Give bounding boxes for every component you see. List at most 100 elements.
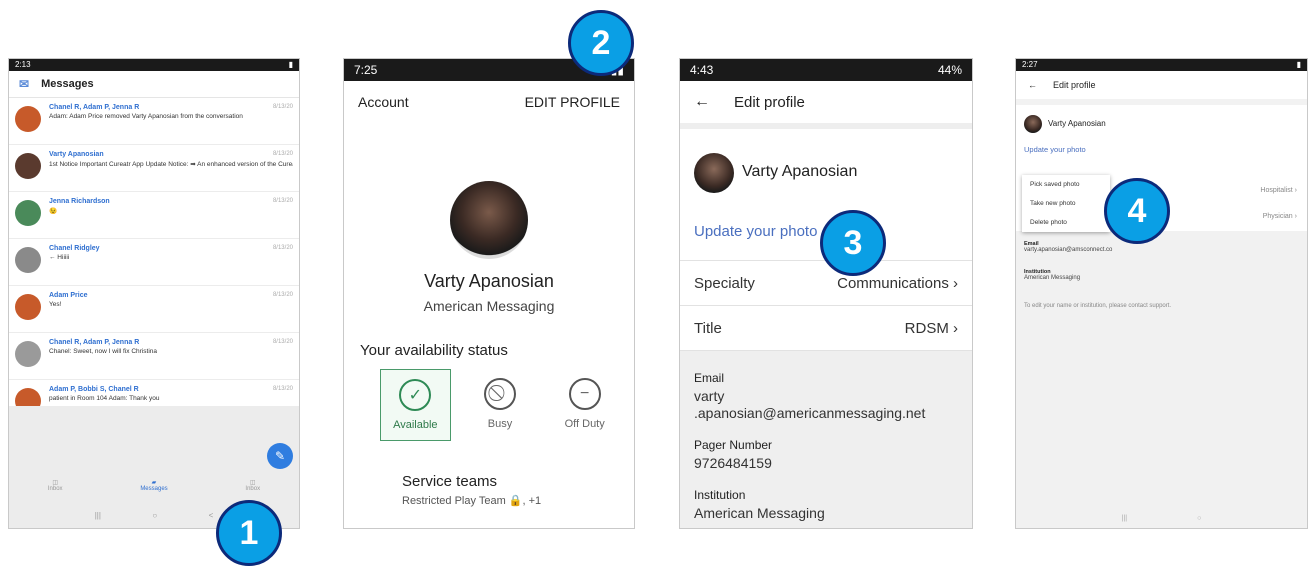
availability-options: ✓Available ⃠Busy −Off Duty <box>380 369 634 441</box>
page-title: Account <box>358 94 409 110</box>
home-button[interactable]: ○ <box>152 511 157 520</box>
step-badge-4: 4 <box>1104 178 1170 244</box>
list-item[interactable]: Chanel R, Adam P, Jenna R 8/13/20 Chanel: … <box>9 333 299 380</box>
chevron-right-icon: › <box>953 274 958 292</box>
conversation-preview: 1st Notice Important Cureatr App Update … <box>49 161 293 168</box>
conversation-date: 8/13/20 <box>272 245 293 251</box>
specialty-value[interactable]: Hospitalist › <box>1260 187 1297 194</box>
title-row[interactable]: Title RDSM › <box>680 306 972 351</box>
step-badge-1: 1 <box>216 500 282 566</box>
email-label: Email <box>694 371 725 385</box>
messages-screen: 2:13 ▮ ✉ Messages Chanel R, Adam P, Jenna… <box>8 58 300 529</box>
profile-name: Varty Apanosian <box>1048 118 1106 128</box>
step-badge-2: 2 <box>568 10 634 76</box>
tab-messages[interactable]: ▰ Messages <box>140 479 167 492</box>
pager-label: Pager Number <box>694 438 773 452</box>
status-bar: 4:43 44% <box>680 59 972 81</box>
specialty-row[interactable]: Specialty Communications › <box>680 261 972 306</box>
tab-inbox[interactable]: ◫ Inbox <box>48 479 63 492</box>
page-title: Edit profile <box>1053 80 1096 90</box>
menu-pick-saved-photo[interactable]: Pick saved photo <box>1022 175 1110 194</box>
recents-button[interactable]: ||| <box>1122 515 1127 522</box>
status-off-duty[interactable]: − Off Duty <box>549 369 620 439</box>
messages-header: ✉ Messages <box>9 71 299 98</box>
status-time: 2:13 <box>15 60 31 69</box>
conversation-preview: 😉 <box>49 208 58 215</box>
menu-take-new-photo[interactable]: Take new photo <box>1022 194 1110 213</box>
update-photo-link[interactable]: Update your photo <box>1016 141 1307 158</box>
new-message-button[interactable]: ✎ <box>267 443 293 469</box>
edit-profile-menu-screen: 2:27 ▮ ← Edit profile Varty Apanosian Upd… <box>1015 58 1308 529</box>
check-icon: ✓ <box>399 379 432 411</box>
institution-field: Institution American Messaging <box>1024 269 1081 281</box>
status-bar: 2:27 ▮ <box>1016 59 1307 71</box>
title-value[interactable]: Physician › <box>1263 213 1297 220</box>
avatar <box>15 106 41 132</box>
tab-other[interactable]: ◫ Inbox <box>245 479 260 492</box>
recents-button[interactable]: ||| <box>95 511 101 520</box>
bottom-tabs: ◫ Inbox ▰ Messages ◫ Inbox <box>9 479 299 492</box>
email-value: varty .apanosian@americanmessaging.net <box>694 388 926 421</box>
list-item[interactable]: Jenna Richardson 8/13/20 😉 <box>9 192 299 239</box>
page-title: Edit profile <box>734 93 805 111</box>
conversation-date: 8/13/20 <box>272 198 293 204</box>
edit-profile-header: ← Edit profile <box>1016 71 1307 99</box>
conversation-name: Varty Apanosian <box>49 151 104 158</box>
institution-value: American Messaging <box>694 505 825 521</box>
status-time: 2:27 <box>1022 60 1038 69</box>
profile-org: American Messaging <box>423 298 555 314</box>
avatar <box>15 153 41 179</box>
chevron-right-icon: › <box>953 319 958 337</box>
profile-user: Varty Apanosian <box>1016 99 1307 141</box>
list-item[interactable]: Chanel Ridgley 8/13/20 ← Hiiiii <box>9 239 299 286</box>
battery-icon: ▮ <box>288 60 293 69</box>
list-item[interactable]: Adam Price 8/13/20 Yes! <box>9 286 299 333</box>
avatar <box>15 341 41 367</box>
conversation-name: Chanel R, Adam P, Jenna R <box>49 339 140 346</box>
back-arrow-icon[interactable]: ← <box>694 93 710 111</box>
conversation-name: Adam P, Bobbi S, Chanel R <box>49 386 139 393</box>
conversation-date: 8/13/20 <box>272 386 293 392</box>
android-nav: ||| ○ <box>1016 515 1307 522</box>
avatar <box>694 153 734 193</box>
conversation-name: Adam Price <box>49 292 88 299</box>
availability-title: Your availability status <box>360 342 508 359</box>
battery-level: 44% <box>937 63 962 77</box>
step-badge-3: 3 <box>820 210 886 276</box>
avatar <box>15 294 41 320</box>
status-available[interactable]: ✓ Available <box>380 369 451 441</box>
conversation-preview: Adam: Adam Price removed Varty Apanosian… <box>49 113 243 120</box>
profile-user: Varty Apanosian <box>680 129 972 203</box>
home-button[interactable]: ○ <box>1197 515 1201 522</box>
status-bar: 2:13 ▮ <box>9 59 299 71</box>
avatar <box>450 181 528 259</box>
conversation-preview: ← Hiiiii <box>49 254 70 261</box>
conversation-name: Chanel Ridgley <box>49 245 100 252</box>
no-entry-icon: ⃠ <box>484 378 517 410</box>
conversation-date: 8/13/20 <box>272 339 293 345</box>
edit-profile-header: ← Edit profile <box>680 81 972 129</box>
photo-menu: Pick saved photo Take new photo Delete p… <box>1022 175 1110 232</box>
profile-name: Varty Apanosian <box>742 163 858 180</box>
edit-profile-screen: 4:43 44% ← Edit profile Varty Apanosian U… <box>679 58 973 529</box>
account-screen: 7:25▮▮ Account EDIT PROFILE Varty Apanos… <box>343 58 635 529</box>
compose-list-icon[interactable]: ✉ <box>19 77 29 91</box>
chevron-right-icon: › <box>1294 187 1297 194</box>
edit-profile-button[interactable]: EDIT PROFILE <box>525 94 620 110</box>
avatar <box>1024 115 1042 133</box>
readonly-fields: Email varty .apanosian@americanmessaging… <box>680 351 972 528</box>
conversation-name: Chanel R, Adam P, Jenna R <box>49 104 140 111</box>
tab-icon: ◫ <box>249 480 256 486</box>
list-item[interactable]: Varty Apanosian 8/13/20 1st Notice Importa… <box>9 145 299 192</box>
status-time: 7:25 <box>354 63 378 77</box>
list-item[interactable]: Chanel R, Adam P, Jenna R 8/13/20 Adam: Ad… <box>9 98 299 145</box>
back-arrow-icon[interactable]: ← <box>1028 80 1037 90</box>
back-button[interactable]: < <box>209 511 214 520</box>
minus-icon: − <box>568 378 601 410</box>
service-teams-list[interactable]: Restricted Play Team 🔒, +1 <box>402 494 634 507</box>
conversation-name: Jenna Richardson <box>49 198 110 205</box>
status-busy[interactable]: ⃠Busy <box>465 369 536 439</box>
conversation-preview: Yes! <box>49 301 62 308</box>
menu-delete-photo[interactable]: Delete photo <box>1022 213 1110 232</box>
conversation-date: 8/13/20 <box>272 104 293 110</box>
